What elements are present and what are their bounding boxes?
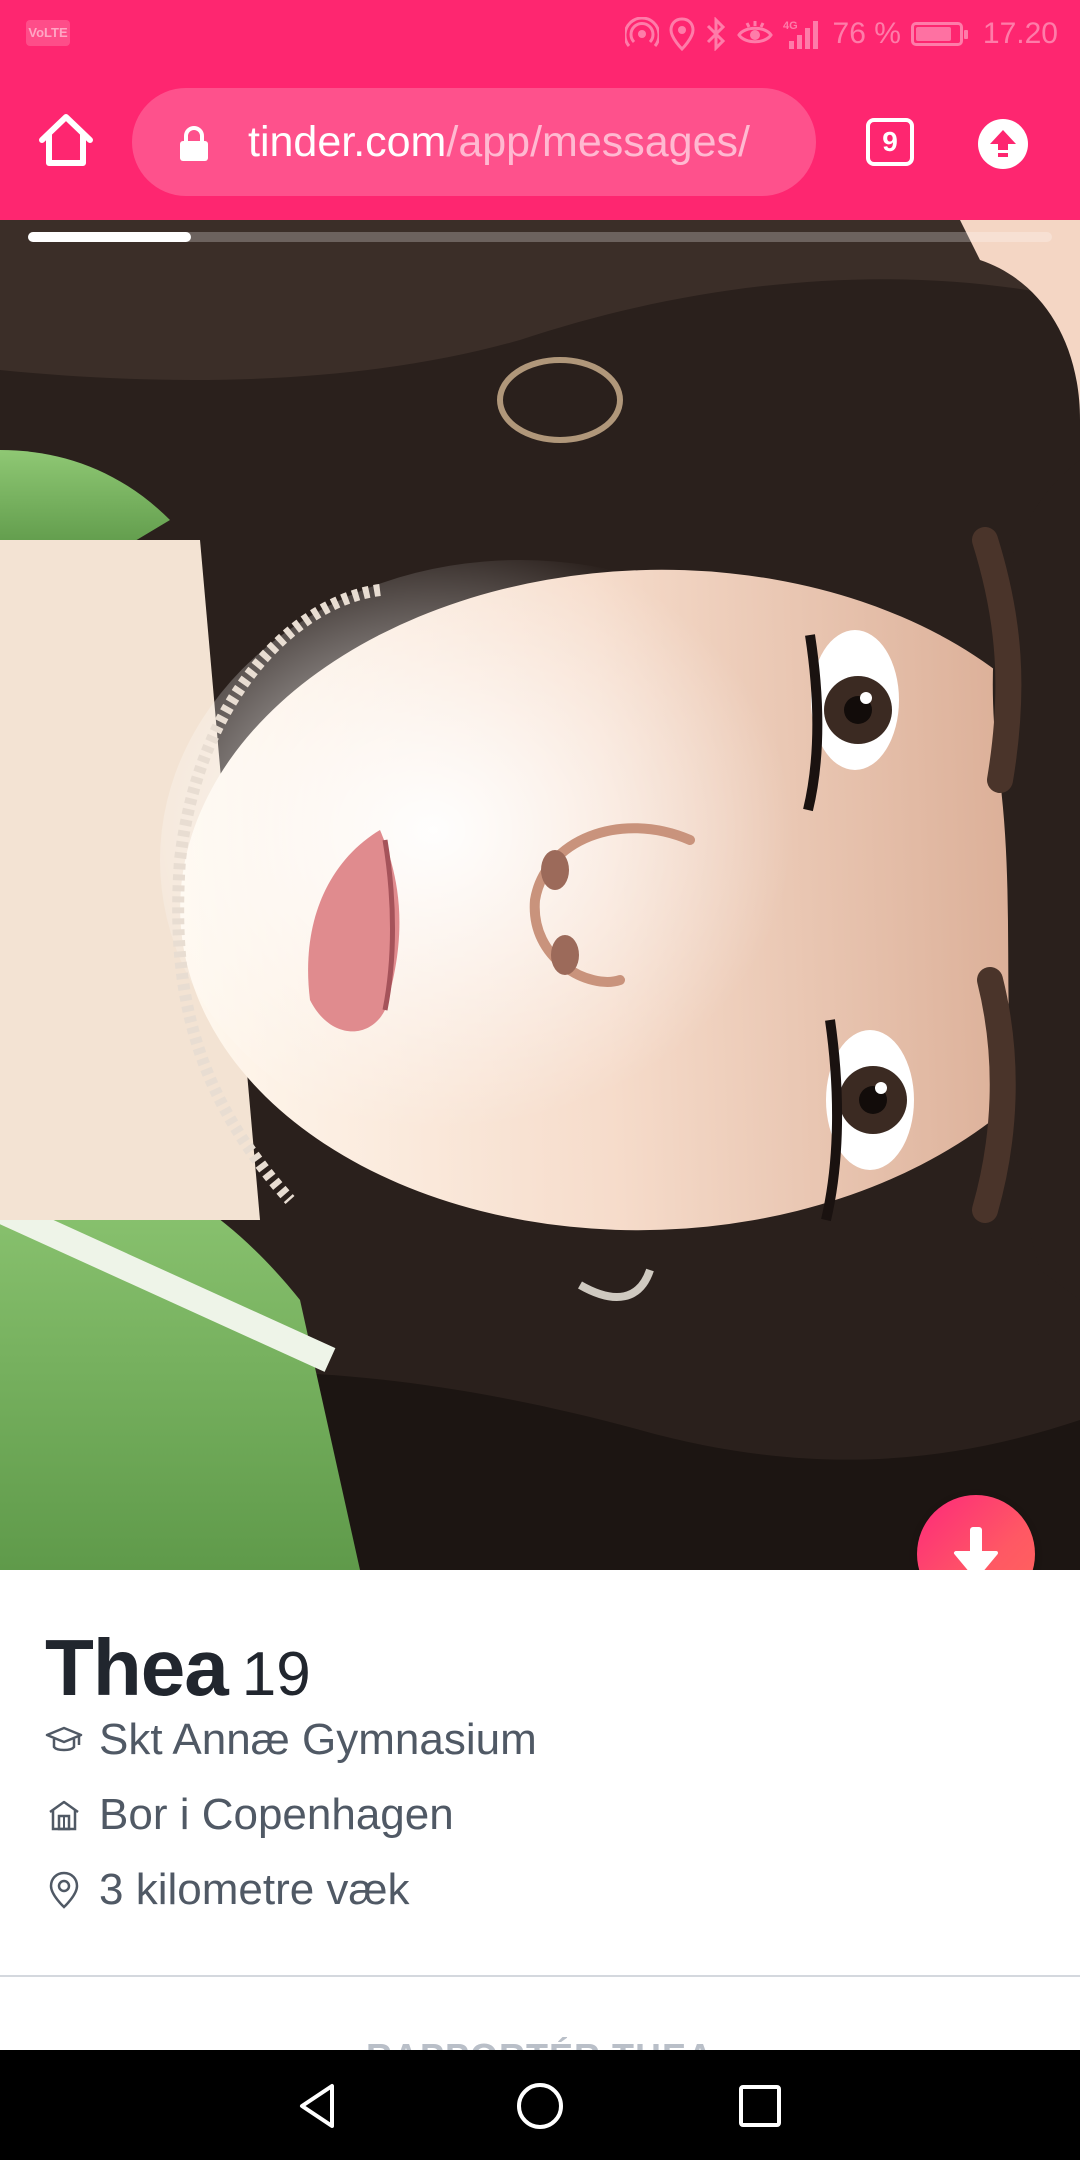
lock-icon bbox=[180, 126, 208, 161]
distance-row: 3 kilometre væk bbox=[45, 1860, 410, 1920]
location-pin-icon bbox=[45, 1871, 83, 1909]
system-nav-bar bbox=[0, 2050, 1080, 2160]
residence-text: Bor i Copenhagen bbox=[99, 1790, 454, 1839]
residence-row: Bor i Copenhagen bbox=[45, 1785, 454, 1845]
svg-text:4G: 4G bbox=[783, 20, 798, 32]
battery-percent: 76 % bbox=[832, 17, 901, 50]
profile-info: Thea 19 Skt Annæ Gymnasium Bor i Copenhag… bbox=[0, 1570, 1080, 2077]
url-bar[interactable]: tinder.com/app/messages/ bbox=[132, 88, 816, 196]
battery-icon bbox=[910, 22, 968, 46]
photo-progress bbox=[28, 232, 1052, 242]
profile-heading: Thea 19 bbox=[45, 1622, 311, 1714]
hotspot-icon bbox=[624, 17, 659, 47]
tabs-button[interactable]: 9 bbox=[866, 118, 914, 166]
graduation-cap-icon bbox=[45, 1721, 83, 1759]
clock: 17.20 bbox=[982, 17, 1058, 50]
status-icons: 4G 76 % 17.20 bbox=[624, 12, 1058, 56]
bluetooth-icon bbox=[706, 17, 725, 51]
divider bbox=[0, 1975, 1080, 1977]
school-text: Skt Annæ Gymnasium bbox=[99, 1715, 537, 1764]
battery-level bbox=[915, 27, 951, 41]
profile-photo[interactable] bbox=[0, 220, 1080, 1570]
square-recent-icon[interactable] bbox=[732, 2078, 788, 2134]
house-icon bbox=[45, 1796, 83, 1834]
distance-text: 3 kilometre væk bbox=[99, 1865, 410, 1914]
school-row: Skt Annæ Gymnasium bbox=[45, 1710, 537, 1770]
volte-badge: VoLTE bbox=[26, 20, 70, 46]
eye-comfort-icon bbox=[736, 21, 773, 44]
url-text: tinder.com/app/messages/ bbox=[248, 88, 750, 196]
status-bar: VoLTE 4G 76 % 17.20 bbox=[0, 0, 1080, 66]
url-domain: tinder.com bbox=[248, 118, 447, 166]
browser-toolbar: tinder.com/app/messages/ 9 bbox=[0, 66, 1080, 220]
profile-photo-image bbox=[0, 220, 1080, 1570]
signal-icon: 4G bbox=[783, 20, 818, 49]
upload-icon[interactable] bbox=[978, 119, 1028, 169]
location-icon bbox=[669, 17, 695, 51]
photo-progress-fill bbox=[28, 232, 191, 242]
profile-age: 19 bbox=[241, 1640, 311, 1709]
profile-name: Thea bbox=[45, 1623, 229, 1712]
circle-home-icon[interactable] bbox=[512, 2078, 568, 2134]
url-path: /app/messages/ bbox=[446, 118, 750, 166]
triangle-back-icon[interactable] bbox=[292, 2078, 348, 2134]
home-icon[interactable] bbox=[36, 110, 96, 170]
